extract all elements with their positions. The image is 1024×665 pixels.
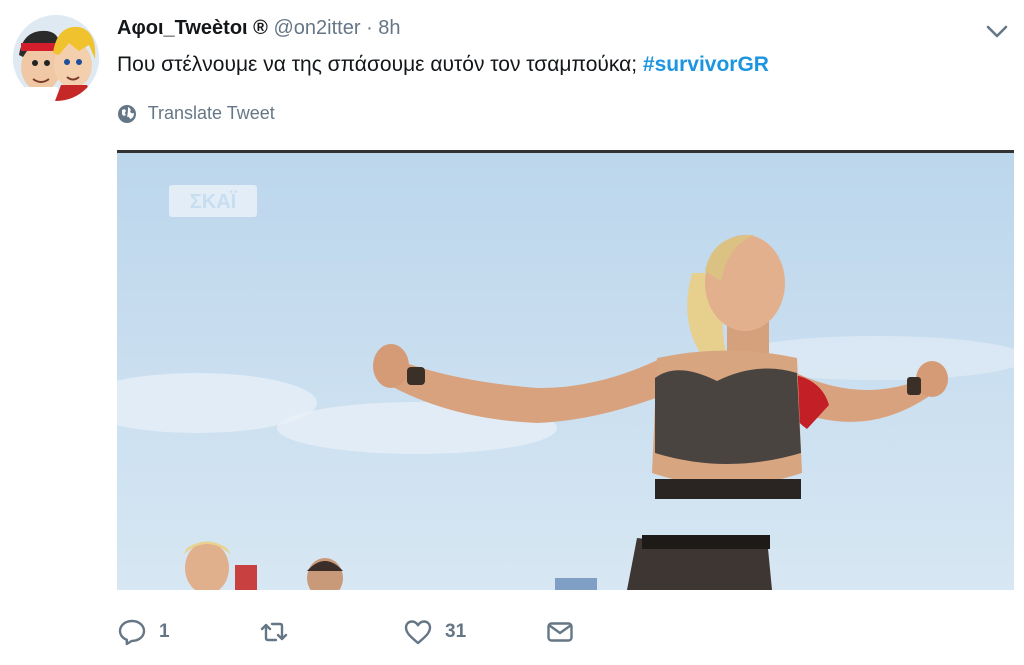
hashtag-link[interactable]: #survivorGR <box>643 53 769 76</box>
like-count: 31 <box>445 621 467 642</box>
media-image: ΣΚΑΪ <box>117 153 1014 590</box>
tweet-text: Που στέλνουμε να της σπάσουμε αυτόν τον … <box>117 50 769 80</box>
channel-logo: ΣΚΑΪ <box>190 190 237 213</box>
avatar[interactable] <box>13 15 99 101</box>
tweet-time[interactable]: 8h <box>378 17 400 39</box>
retweet-icon <box>260 622 288 642</box>
tweet-header: Αφοι_Tweètοι ® @on2itter · 8h <box>117 14 401 42</box>
retweet-button[interactable] <box>259 612 301 652</box>
tweet-menu-button[interactable] <box>984 20 1010 42</box>
tweet-body: Που στέλνουμε να της σπάσουμε αυτόν τον … <box>117 53 638 76</box>
tweet-actions: 1 31 <box>117 612 617 652</box>
reply-icon <box>118 619 146 646</box>
separator-dot: · <box>366 17 373 39</box>
author-handle[interactable]: @on2itter <box>273 17 360 39</box>
translate-label: Translate Tweet <box>147 103 275 123</box>
like-button[interactable]: 31 <box>403 612 466 652</box>
direct-message-icon <box>547 622 573 642</box>
translate-tweet-link[interactable]: Translate Tweet <box>117 100 275 126</box>
like-icon <box>404 620 432 645</box>
globe-icon <box>118 105 136 124</box>
avatar-image <box>13 15 99 101</box>
chevron-down-icon <box>986 25 1008 38</box>
reply-button[interactable]: 1 <box>117 612 170 652</box>
tweet-media[interactable]: ΣΚΑΪ <box>117 150 1014 590</box>
reply-count: 1 <box>159 621 170 642</box>
author-name[interactable]: Αφοι_Tweètοι ® <box>117 17 268 39</box>
direct-message-button[interactable] <box>545 612 575 652</box>
